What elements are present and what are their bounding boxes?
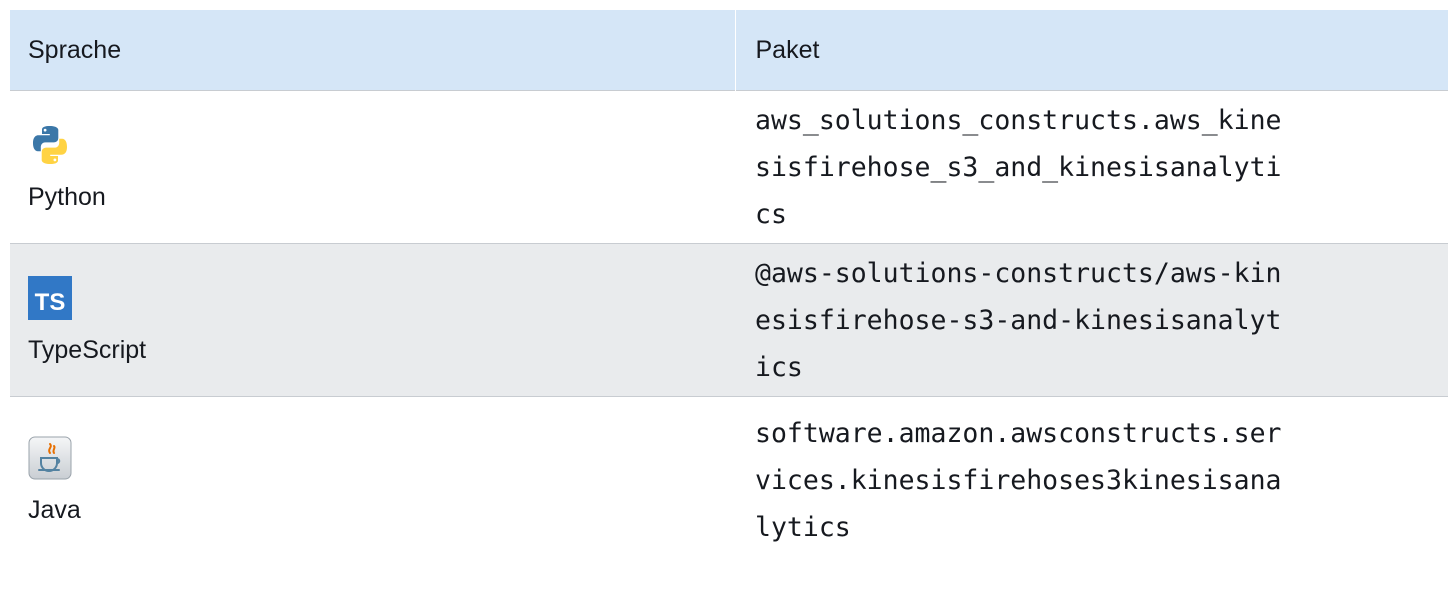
language-cell-content: Python [10,123,735,212]
package-cell-content: aws_solutions_constructs.aws_kinesisfire… [735,97,1448,238]
typescript-icon: TS [28,275,72,320]
python-icon [33,125,67,164]
language-cell: Java [10,396,735,563]
language-name: Python [28,182,106,211]
language-name: Java [28,495,81,524]
language-column-header: Sprache [10,10,736,91]
package-cell: aws_solutions_constructs.aws_kinesisfire… [735,90,1448,244]
svg-text:TS: TS [35,289,66,316]
package-cell-content: software.amazon.awsconstructs.services.k… [735,410,1448,551]
package-name: aws_solutions_constructs.aws_kinesisfire… [755,104,1282,230]
package-cell: @aws-solutions-constructs/aws-kinesisfir… [735,243,1448,397]
table-row: Python aws_solutions_constructs.aws_kine… [10,90,1448,244]
language-cell: TS TypeScript [10,243,735,397]
package-name: software.amazon.awsconstructs.services.k… [755,417,1282,543]
package-cell-content: @aws-solutions-constructs/aws-kinesisfir… [735,250,1448,391]
package-cell: software.amazon.awsconstructs.services.k… [735,396,1448,563]
language-package-table: Sprache Paket Python aws_solutions_const… [10,10,1448,563]
language-cell-content: TS TypeScript [10,275,735,365]
java-icon [28,436,72,479]
language-cell-content: Java [10,436,735,525]
table-row: TS TypeScript @aws-solutions-constructs/… [10,243,1448,397]
language-name: TypeScript [28,335,147,364]
table-header-row: Sprache Paket [10,10,1448,91]
package-name: @aws-solutions-constructs/aws-kinesisfir… [755,257,1282,383]
package-column-header: Paket [735,10,1448,91]
language-cell: Python [10,90,735,244]
table-row: Java software.amazon.awsconstructs.servi… [10,396,1448,563]
